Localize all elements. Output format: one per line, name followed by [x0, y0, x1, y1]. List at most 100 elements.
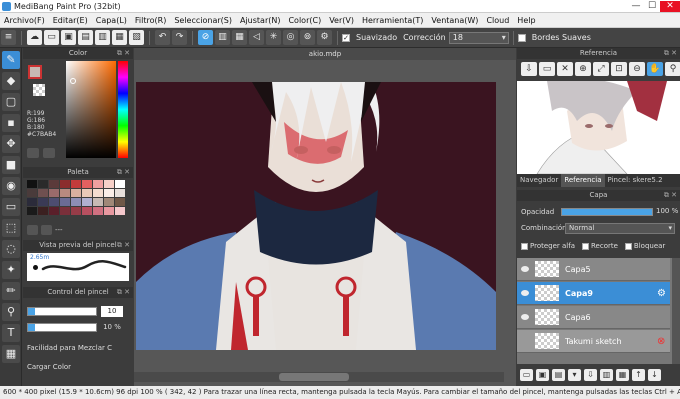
cross-snap-icon[interactable]: ▦ [232, 30, 247, 45]
hue-slider[interactable] [118, 61, 128, 158]
brush-size-slider[interactable] [27, 307, 97, 316]
scroll-thumb[interactable] [279, 373, 349, 381]
move-tool-icon[interactable]: ✥ [2, 135, 20, 153]
gradient-tool-icon[interactable]: ▭ [2, 198, 20, 216]
actual-size-icon[interactable]: ⊡ [611, 62, 627, 76]
color-picker-knob[interactable] [70, 78, 76, 84]
menu-archivo[interactable]: Archivo(F) [0, 16, 49, 25]
foreground-color-swatch[interactable] [28, 65, 42, 79]
palette-swatch[interactable] [93, 198, 103, 206]
antialias-checkbox[interactable] [342, 33, 350, 42]
palette-swatch[interactable] [104, 198, 114, 206]
palette-swatch[interactable] [115, 207, 125, 215]
palette-swatch[interactable] [60, 180, 70, 188]
zoom-in-icon[interactable]: ⊕ [575, 62, 591, 76]
delete-color-icon[interactable] [41, 225, 52, 235]
share-icon[interactable]: ▧ [129, 30, 144, 45]
palette-swatch[interactable] [38, 189, 48, 197]
menu-toggle-icon[interactable]: ≡ [1, 30, 16, 45]
circle-snap-icon[interactable]: ◎ [283, 30, 298, 45]
palette-swatch[interactable] [27, 189, 37, 197]
correction-select[interactable]: 18 [448, 31, 509, 44]
panel-close-icon[interactable]: ⧉ ✕ [117, 287, 130, 298]
palette-swatch[interactable] [104, 207, 114, 215]
palette-swatch[interactable] [104, 180, 114, 188]
eraser-tool-icon[interactable]: ◆ [2, 72, 20, 90]
palette-swatch[interactable] [27, 207, 37, 215]
background-color-swatch[interactable] [33, 84, 45, 96]
panel-close-icon[interactable]: ⧉ ✕ [117, 240, 130, 251]
eyedropper-icon[interactable]: ⚲ [2, 303, 20, 321]
radial-snap-icon[interactable]: ✳ [266, 30, 281, 45]
palette-swatch[interactable] [82, 180, 92, 188]
hidden-layer-icon[interactable]: ⊗ [657, 336, 667, 347]
tab-pincel[interactable]: Pincel: skere5.2 [605, 174, 666, 187]
new-file-icon[interactable]: ▭ [44, 30, 59, 45]
layer-options-icon[interactable]: ▾ [568, 369, 581, 381]
eye-icon[interactable] [521, 314, 529, 320]
palette-swatch[interactable] [27, 180, 37, 188]
palette-swatch[interactable] [115, 198, 125, 206]
menu-cloud[interactable]: Cloud [482, 16, 513, 25]
merge-down-icon[interactable]: ⇩ [584, 369, 597, 381]
palette-swatch[interactable] [60, 198, 70, 206]
layer-vertical-scrollbar[interactable] [672, 258, 680, 364]
text-tool-icon[interactable]: T [2, 324, 20, 342]
menu-color[interactable]: Color(C) [284, 16, 325, 25]
palette-swatch[interactable] [27, 198, 37, 206]
layer-row[interactable]: Capa6 [517, 306, 670, 329]
lock-option[interactable]: Bloquear [624, 242, 665, 250]
maximize-button[interactable]: ☐ [644, 1, 660, 12]
palette-swatch[interactable] [71, 189, 81, 197]
fill-rect-tool-icon[interactable]: ■ [2, 156, 20, 174]
palette-swatch[interactable] [49, 189, 59, 197]
layer-menu-icon[interactable]: ▦ [616, 369, 629, 381]
menu-ventana[interactable]: Ventana(W) [427, 16, 482, 25]
layer-row[interactable]: Capa9 ⚙ [517, 282, 670, 305]
folder-icon[interactable]: ▤ [552, 369, 565, 381]
eyedropper-icon[interactable]: ⚲ [665, 62, 680, 76]
dot-tool-icon[interactable]: ▪ [2, 114, 20, 132]
palette-swatch[interactable] [60, 207, 70, 215]
panel-close-icon[interactable]: ⧉ ✕ [117, 167, 130, 178]
protect-alpha-option[interactable]: Proteger alfa [521, 242, 575, 250]
minimize-button[interactable]: — [628, 1, 644, 12]
palette-swatch[interactable] [38, 198, 48, 206]
canvas-artwork[interactable] [136, 82, 496, 350]
move-up-icon[interactable]: ↑ [632, 369, 645, 381]
fit-icon[interactable]: ⤢ [593, 62, 609, 76]
menu-herramienta[interactable]: Herramienta(T) [358, 16, 427, 25]
horizontal-scrollbar[interactable] [134, 372, 504, 382]
palette-swatch[interactable] [104, 189, 114, 197]
panel-close-icon[interactable]: ⧉ ✕ [664, 190, 677, 201]
gear-icon[interactable]: ⚙ [317, 30, 332, 45]
hand-tool-icon[interactable]: ▦ [2, 345, 20, 363]
brush-opacity-slider[interactable] [27, 323, 97, 332]
palette-swatch[interactable] [71, 180, 81, 188]
soft-edges-checkbox[interactable] [517, 33, 526, 42]
clip-checkbox[interactable] [582, 242, 589, 250]
export-icon[interactable]: ▦ [112, 30, 127, 45]
palette-swatch[interactable] [49, 198, 59, 206]
layer-settings-gear-icon[interactable]: ⚙ [657, 288, 667, 299]
clip-option[interactable]: Recorte [582, 242, 618, 250]
palette-swatch[interactable] [82, 207, 92, 215]
lasso-tool-icon[interactable]: ◌ [2, 240, 20, 258]
select-tool-icon[interactable]: ⬚ [2, 219, 20, 237]
protect-alpha-checkbox[interactable] [521, 242, 528, 250]
redo-icon[interactable]: ↷ [172, 30, 187, 45]
reference-image[interactable] [517, 81, 680, 174]
save-icon[interactable]: ▣ [61, 30, 76, 45]
palette-swatch[interactable] [115, 180, 125, 188]
menu-capa[interactable]: Capa(L) [92, 16, 131, 25]
palette-swatch[interactable] [38, 207, 48, 215]
panel-close-icon[interactable]: ⧉ ✕ [117, 48, 130, 59]
palette-swatch[interactable] [93, 180, 103, 188]
new-layer-icon[interactable]: ▭ [520, 369, 533, 381]
menu-editar[interactable]: Editar(E) [49, 16, 92, 25]
layer-row[interactable]: Capa5 [517, 258, 670, 281]
menu-seleccionar[interactable]: Seleccionar(S) [170, 16, 236, 25]
open-folder-icon[interactable]: ▭ [539, 62, 555, 76]
curve-snap-icon[interactable]: ⊚ [300, 30, 315, 45]
move-down-icon[interactable]: ↓ [648, 369, 661, 381]
